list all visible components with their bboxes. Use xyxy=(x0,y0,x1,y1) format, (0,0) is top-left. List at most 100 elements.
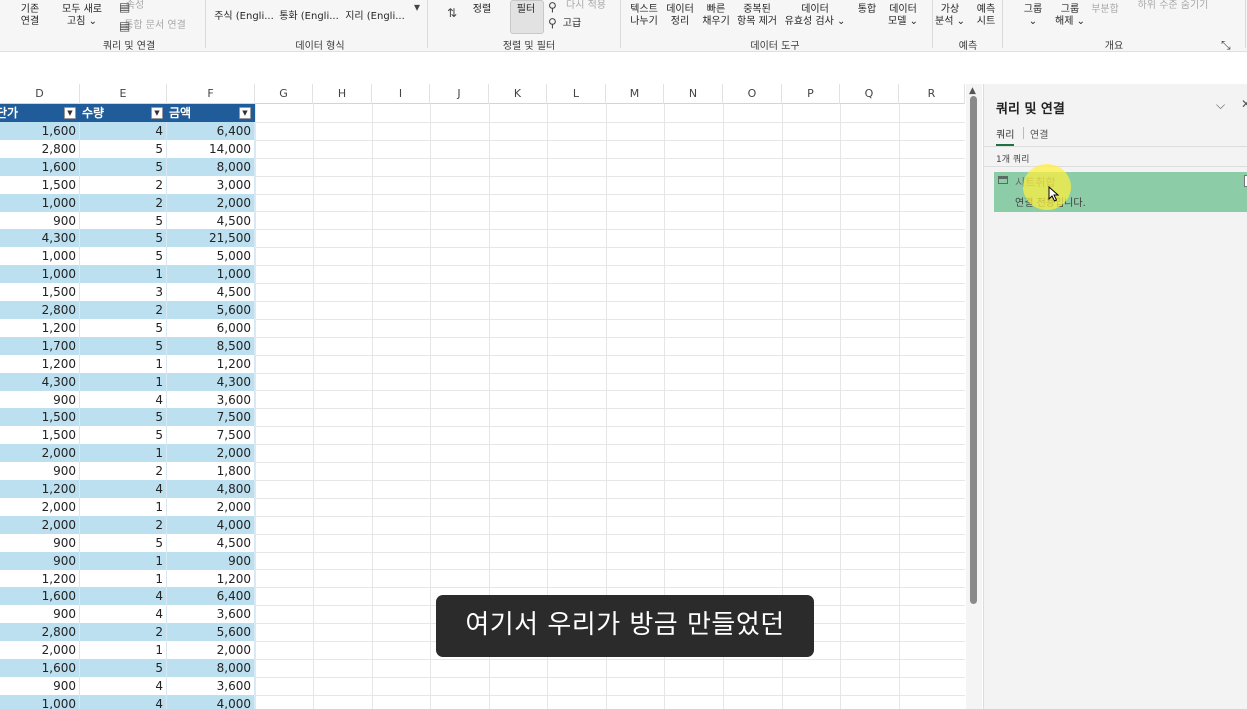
ribbon-hide-detail-button[interactable]: 하위 수준 숨기기 xyxy=(1133,0,1213,12)
table-cell[interactable]: 1,500 xyxy=(0,426,80,445)
table-row[interactable]: 1,700 5 8,500 xyxy=(0,336,255,355)
table-cell[interactable]: 5,600 xyxy=(167,623,255,642)
table-cell[interactable]: 1 xyxy=(80,354,167,373)
table-cell[interactable]: 1 xyxy=(80,551,167,570)
table-cell[interactable]: 2 xyxy=(80,623,167,642)
table-row[interactable]: 900 5 4,500 xyxy=(0,211,255,230)
column-header-G[interactable]: G xyxy=(255,84,313,104)
table-cell[interactable]: 4,300 xyxy=(0,372,80,391)
table-row[interactable]: 4,300 1 4,300 xyxy=(0,372,255,391)
table-cell[interactable]: 6,400 xyxy=(167,587,255,606)
table-cell[interactable]: 5 xyxy=(80,533,167,552)
table-row[interactable]: 900 4 3,600 xyxy=(0,390,255,409)
table-cell[interactable]: 5 xyxy=(80,336,167,355)
table-cell[interactable]: 4 xyxy=(80,480,167,498)
table-cell[interactable]: 1,600 xyxy=(0,587,80,606)
column-header-L[interactable]: L xyxy=(547,84,606,104)
table-cell[interactable]: 4 xyxy=(80,122,167,140)
table-cell[interactable]: 2 xyxy=(80,462,167,481)
table-cell[interactable]: 5 xyxy=(80,426,167,445)
column-header-R[interactable]: R xyxy=(899,84,965,104)
table-cell[interactable]: 4 xyxy=(80,676,167,695)
column-header-Q[interactable]: Q xyxy=(840,84,899,104)
filter-dropdown-icon[interactable]: ▼ xyxy=(151,107,163,119)
filter-dropdown-icon[interactable]: ▼ xyxy=(64,107,76,119)
table-cell[interactable]: 1,600 xyxy=(0,157,80,176)
table-cell[interactable]: 5,600 xyxy=(167,301,255,319)
table-row[interactable]: 1,600 4 6,400 xyxy=(0,587,255,606)
table-cell[interactable]: 900 xyxy=(167,551,255,570)
table-cell[interactable]: 1,600 xyxy=(0,122,80,140)
column-header-F[interactable]: F xyxy=(167,84,255,104)
table-cell[interactable]: 2 xyxy=(80,301,167,319)
table-row[interactable]: 1,500 5 7,500 xyxy=(0,426,255,445)
table-cell[interactable]: 5 xyxy=(80,247,167,266)
filter-dropdown-icon[interactable]: ▼ xyxy=(239,107,251,119)
table-cell[interactable]: 3,600 xyxy=(167,390,255,409)
table-cell[interactable]: 4,500 xyxy=(167,211,255,230)
table-cell[interactable]: 1 xyxy=(80,569,167,588)
ribbon-geography-button[interactable]: 지리 (Engli... xyxy=(335,11,415,23)
table-cell[interactable]: 1,700 xyxy=(0,336,80,355)
table-cell[interactable]: 2,800 xyxy=(0,623,80,642)
table-cell[interactable]: 3,600 xyxy=(167,605,255,624)
table-cell[interactable]: 1,000 xyxy=(167,265,255,284)
column-header-M[interactable]: M xyxy=(606,84,664,104)
table-row[interactable]: 2,000 1 2,000 xyxy=(0,641,255,660)
table-row[interactable]: 1,000 5 5,000 xyxy=(0,247,255,266)
ribbon-advanced-button[interactable]: 고급 xyxy=(532,18,612,30)
table-row[interactable]: 900 2 1,800 xyxy=(0,462,255,481)
table-row[interactable]: 2,000 2 4,000 xyxy=(0,515,255,534)
table-cell[interactable]: 3,000 xyxy=(167,175,255,194)
table-cell[interactable]: 4 xyxy=(80,587,167,606)
table-cell[interactable]: 1,200 xyxy=(0,480,80,498)
table-cell[interactable]: 900 xyxy=(0,390,80,409)
tab-connections[interactable]: 연결 xyxy=(1030,126,1048,141)
column-header-K[interactable]: K xyxy=(489,84,547,104)
table-cell[interactable]: 8,000 xyxy=(167,157,255,176)
table-cell[interactable]: 3,600 xyxy=(167,676,255,695)
table-cell[interactable]: 2,000 xyxy=(0,444,80,463)
table-cell[interactable]: 2,000 xyxy=(0,497,80,516)
table-row[interactable]: 2,000 1 2,000 xyxy=(0,444,255,463)
table-row[interactable]: 1,000 4 4,000 xyxy=(0,694,255,709)
table-cell[interactable]: 5 xyxy=(80,229,167,248)
column-header-N[interactable]: N xyxy=(664,84,723,104)
table-cell[interactable]: 4,500 xyxy=(167,283,255,302)
table-row[interactable]: 2,000 1 2,000 xyxy=(0,497,255,516)
column-header-O[interactable]: O xyxy=(723,84,782,104)
table-row[interactable]: 1,200 4 4,800 xyxy=(0,480,255,498)
table-row[interactable]: 2,800 2 5,600 xyxy=(0,623,255,642)
table-cell[interactable]: 5 xyxy=(80,408,167,427)
table-cell[interactable]: 1,000 xyxy=(0,265,80,284)
scrollbar-thumb[interactable] xyxy=(970,96,977,604)
table-cell[interactable]: 900 xyxy=(0,211,80,230)
table-row[interactable]: 1,600 4 6,400 xyxy=(0,122,255,140)
table-cell[interactable]: 7,500 xyxy=(167,408,255,427)
table-row[interactable]: 1,000 1 1,000 xyxy=(0,265,255,284)
table-row[interactable]: 900 4 3,600 xyxy=(0,676,255,695)
table-row[interactable]: 1,200 1 1,200 xyxy=(0,354,255,373)
table-cell[interactable]: 2,000 xyxy=(167,193,255,212)
column-header-E[interactable]: E xyxy=(80,84,167,104)
table-row[interactable]: 1,600 5 8,000 xyxy=(0,157,255,176)
table-cell[interactable]: 5 xyxy=(80,139,167,158)
column-header-P[interactable]: P xyxy=(782,84,840,104)
table-cell[interactable]: 2,000 xyxy=(167,444,255,463)
table-cell[interactable]: 2,800 xyxy=(0,301,80,319)
table-cell[interactable]: 1,000 xyxy=(0,247,80,266)
table-cell[interactable]: 1 xyxy=(80,372,167,391)
table-cell[interactable]: 1,000 xyxy=(0,694,80,709)
table-cell[interactable]: 21,500 xyxy=(167,229,255,248)
table-cell[interactable]: 4,000 xyxy=(167,694,255,709)
table-row[interactable]: 1,500 3 4,500 xyxy=(0,283,255,302)
table-cell[interactable]: 4,800 xyxy=(167,480,255,498)
table-row[interactable]: 4,300 5 21,500 xyxy=(0,229,255,248)
column-header-H[interactable]: H xyxy=(313,84,372,104)
vertical-scrollbar[interactable]: ▲ xyxy=(966,84,982,709)
table-row[interactable]: 1,200 1 1,200 xyxy=(0,569,255,588)
close-icon[interactable]: ✕ xyxy=(1241,97,1247,111)
column-header-D[interactable]: D xyxy=(0,84,80,104)
table-cell[interactable]: 1,200 xyxy=(0,354,80,373)
table-cell[interactable]: 4 xyxy=(80,390,167,409)
